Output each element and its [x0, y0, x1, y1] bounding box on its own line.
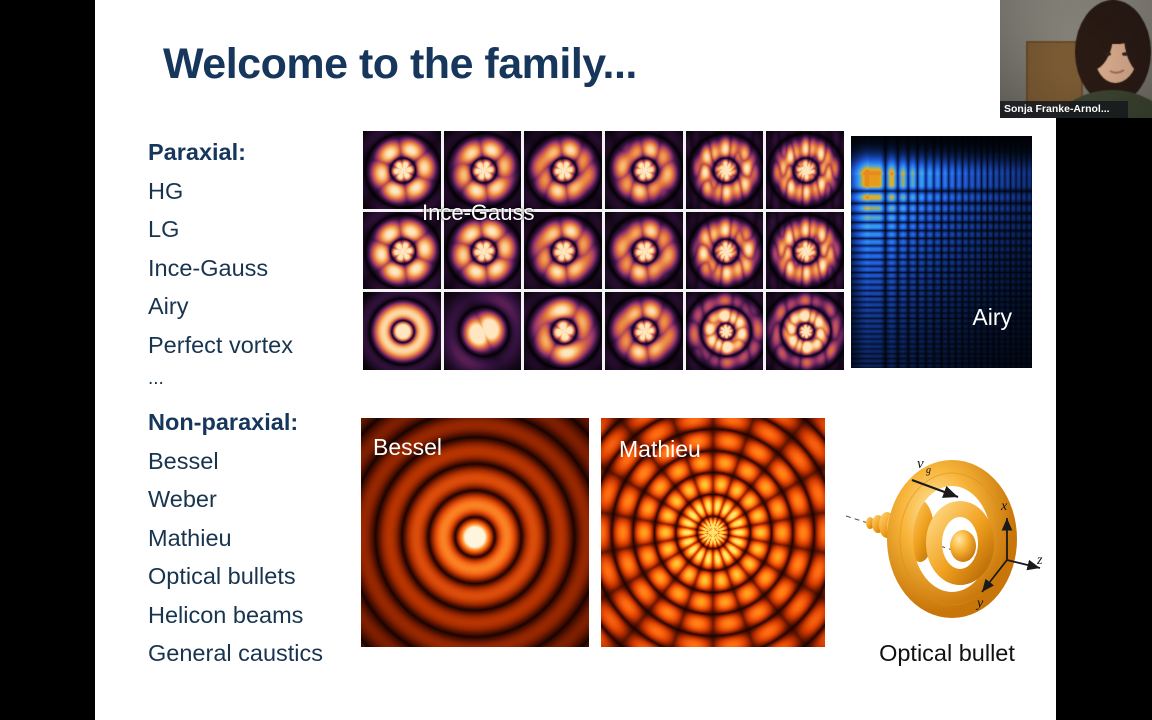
optical-bullet-figure: v g x z y: [840, 440, 1050, 640]
velocity-label: v: [917, 456, 924, 472]
webcam-tile[interactable]: Sonja Franke-Arnol...: [1000, 0, 1152, 118]
page-title: Welcome to the family...: [163, 40, 637, 88]
airy-beam-image: [851, 136, 1032, 368]
mode-cell: [685, 211, 764, 290]
mode-cell: [524, 292, 602, 370]
mode-cell: [443, 292, 522, 370]
mode-image: [766, 131, 844, 209]
mode-image: [604, 211, 683, 290]
mode-image: [524, 292, 602, 370]
mode-image: [443, 131, 522, 209]
list-item: Bessel: [148, 447, 219, 474]
list-item: Mathieu: [148, 524, 232, 551]
list-item: Ince-Gauss: [148, 254, 269, 281]
list-item: General caustics: [148, 640, 324, 666]
nonparaxial-list: Non-paraxial: Bessel Weber Mathieu Optic…: [148, 403, 323, 673]
bessel-label: Bessel: [373, 434, 443, 460]
list-item: LG: [148, 216, 180, 242]
mode-image: [363, 131, 441, 209]
ince-gauss-mode-grid: Ince-Gauss: [363, 131, 844, 370]
mode-image: [766, 211, 844, 290]
mode-image: [363, 292, 441, 370]
bessel-beam-figure: Bessel: [361, 418, 589, 647]
ince-gauss-label: Ince-Gauss: [422, 200, 535, 225]
participant-name-label: Sonja Franke-Arnol...: [1000, 101, 1128, 118]
mode-cell: [604, 131, 683, 209]
mode-image: [766, 292, 844, 370]
optical-bullet-caption: Optical bullet: [879, 640, 1015, 666]
list-item: Optical bullets: [148, 563, 296, 589]
paraxial-list: Paraxial: HG LG Ince-Gauss Airy Perfect …: [148, 133, 293, 394]
mode-image: [685, 292, 764, 370]
airy-label: Airy: [972, 304, 1012, 330]
velocity-subscript: g: [926, 465, 931, 476]
mode-cell: [604, 292, 683, 370]
list-item: Helicon beams: [148, 601, 304, 628]
mode-image: [685, 131, 764, 209]
mode-cell: [363, 131, 441, 209]
presentation-slide: Welcome to the family... Paraxial: HG LG…: [95, 0, 1056, 720]
optical-bullet-diagram: v g x z y: [845, 456, 1043, 618]
mode-cell: [443, 131, 522, 209]
mode-cell: [766, 131, 844, 209]
nonparaxial-heading: Non-paraxial:: [148, 409, 299, 435]
mathieu-beam-figure: Mathieu: [601, 418, 825, 647]
list-item: Weber: [148, 486, 217, 512]
list-item: ...: [148, 368, 164, 389]
axis-label-x: x: [1000, 499, 1008, 514]
mode-cell: [766, 292, 844, 370]
mode-cell: [604, 211, 683, 290]
mode-cell: [524, 131, 602, 209]
list-item: Perfect vortex: [148, 331, 293, 358]
list-item: Airy: [148, 293, 189, 319]
axis-label-z: z: [1036, 553, 1043, 568]
axis-label-y: y: [975, 596, 984, 611]
mode-grid: [363, 131, 844, 370]
mathieu-label: Mathieu: [619, 436, 701, 462]
mode-image: [443, 292, 522, 370]
mode-image: [685, 211, 764, 290]
mode-cell: [685, 292, 764, 370]
airy-beam-figure: Airy: [851, 136, 1032, 368]
list-item: HG: [148, 177, 184, 204]
mode-image: [524, 131, 602, 209]
mode-image: [604, 292, 683, 370]
mode-cell: [685, 131, 764, 209]
screen-share-view: Welcome to the family... Paraxial: HG LG…: [0, 0, 1152, 720]
paraxial-heading: Paraxial:: [148, 139, 246, 165]
mode-cell: [363, 292, 441, 370]
mode-image: [604, 131, 683, 209]
mode-cell: [766, 211, 844, 290]
